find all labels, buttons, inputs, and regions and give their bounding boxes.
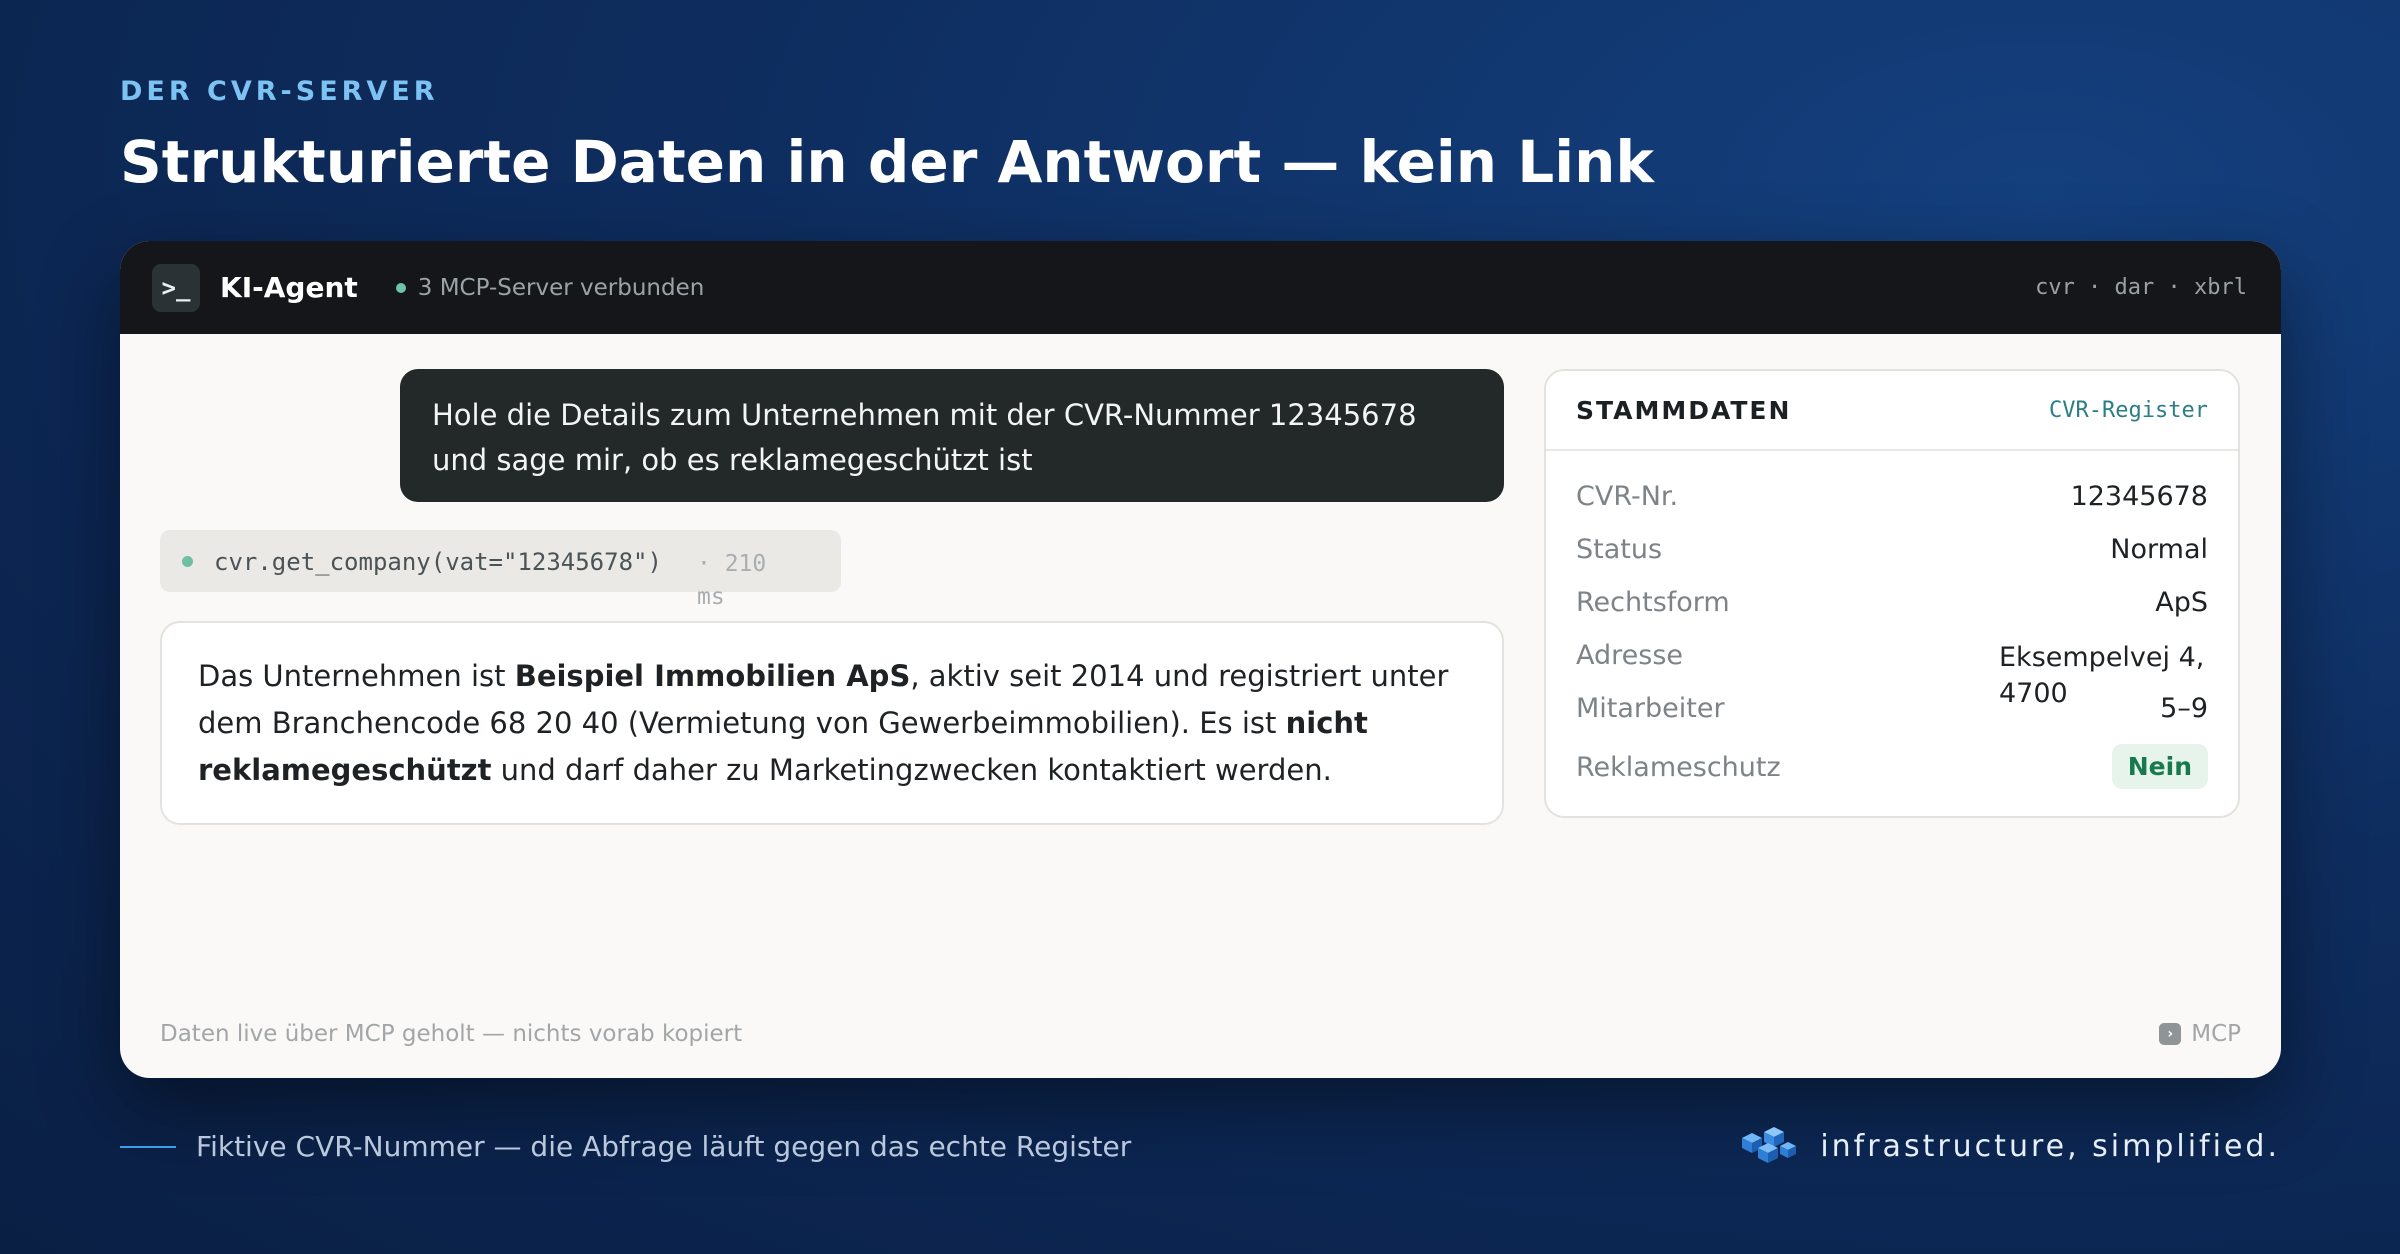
tool-call-signature: cvr.get_company(vat="12345678") <box>214 548 662 576</box>
chevron-right-icon: › <box>2159 1023 2182 1045</box>
status-dot-icon <box>395 282 406 293</box>
server-list: cvr · dar · xbrl <box>2035 275 2247 300</box>
field-value: Normal <box>2110 534 2208 565</box>
tool-call-duration: · 210 ms <box>697 551 767 610</box>
field-label: Reklameschutz <box>1576 752 1781 783</box>
answer-text: Das Unternehmen ist <box>198 659 515 693</box>
field-label: Status <box>1576 534 1663 565</box>
brand: infrastructure, simplified. <box>1734 1124 2280 1168</box>
user-message: Hole die Details zum Unternehmen mit der… <box>400 369 1504 502</box>
tool-status-dot-icon <box>182 556 193 567</box>
field-label: Adresse <box>1576 640 1683 671</box>
field-value: 12345678 <box>2070 481 2208 512</box>
assistant-answer: Das Unternehmen ist Beispiel Immobilien … <box>160 621 1504 825</box>
company-name: Beispiel Immobilien ApS <box>514 659 911 693</box>
footnote: Fiktive CVR-Nummer — die Abfrage läuft g… <box>196 1130 1132 1163</box>
field-value: 5–9 <box>2160 693 2208 724</box>
field-label: Mitarbeiter <box>1576 693 1725 724</box>
connection-status: 3 MCP-Server verbunden <box>417 274 705 301</box>
stammdaten-card: STAMMDATEN CVR-Register CVR-Nr. 12345678… <box>1544 369 2240 818</box>
mcp-label: MCP <box>2191 1021 2241 1047</box>
window-titlebar: >_ KI-Agent 3 MCP-Server verbunden cvr ·… <box>120 241 2281 334</box>
answer-text: und darf daher zu Marketingzwecken konta… <box>491 753 1332 787</box>
cubes-logo-icon <box>1742 1127 1797 1163</box>
footnote-divider <box>120 1146 176 1148</box>
page-title: Strukturierte Daten in der Antwort — kei… <box>120 128 1654 196</box>
field-value: ApS <box>2155 587 2208 618</box>
terminal-icon: >_ <box>152 263 200 312</box>
window-footer-note: Daten live über MCP geholt — nichts vora… <box>160 1021 743 1047</box>
source-link[interactable]: CVR-Register <box>2049 398 2208 423</box>
eyebrow: DER CVR-SERVER <box>120 76 439 107</box>
field-label: CVR-Nr. <box>1576 481 1679 512</box>
brand-tagline: infrastructure, simplified. <box>1820 1128 2280 1164</box>
agent-name: KI-Agent <box>220 271 358 304</box>
stammdaten-header: STAMMDATEN CVR-Register <box>1546 371 2238 451</box>
stammdaten-title: STAMMDATEN <box>1576 395 1792 425</box>
status-badge: Nein <box>2111 744 2208 789</box>
tool-call-chip[interactable]: cvr.get_company(vat="12345678") · 210 ms <box>160 530 841 610</box>
mcp-indicator: › MCP <box>2159 1021 2241 1047</box>
field-label: Rechtsform <box>1576 587 1730 618</box>
agent-window: >_ KI-Agent 3 MCP-Server verbunden cvr ·… <box>120 241 2281 1078</box>
